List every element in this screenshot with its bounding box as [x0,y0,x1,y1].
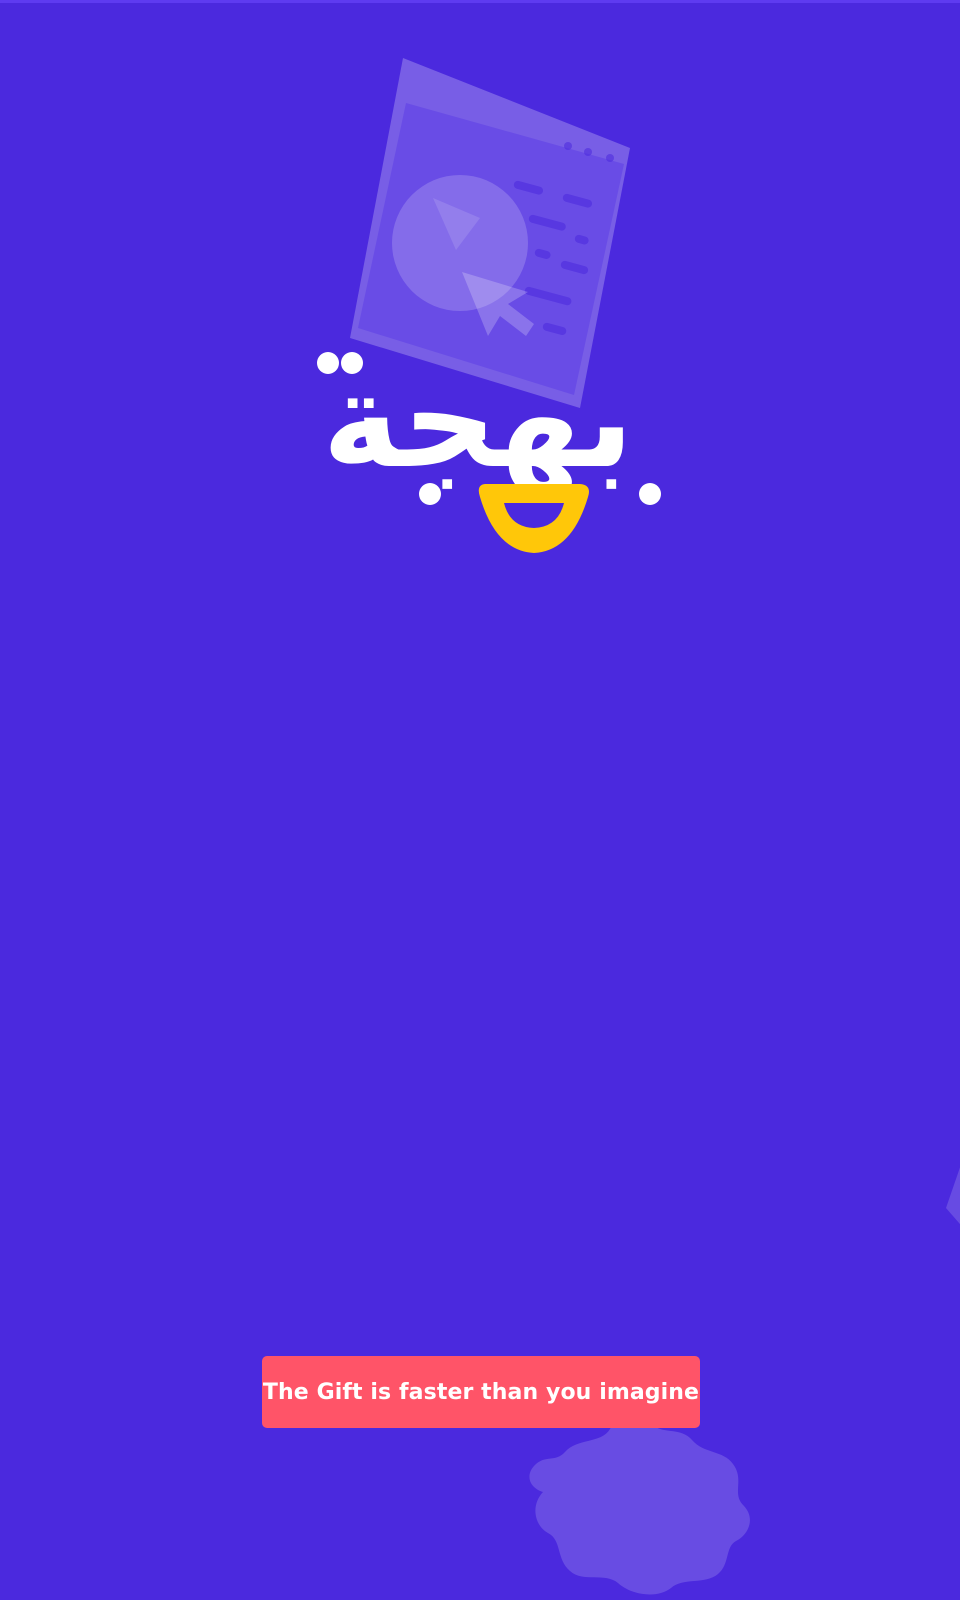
bahja-smile-logo: بهجة [317,350,661,553]
status-bar-strip [0,0,960,3]
tagline-button[interactable]: The Gift is faster than you imagine [262,1356,700,1428]
tagline-text: The Gift is faster than you imagine [262,1379,700,1405]
brand-name-text: بهجة [322,350,634,499]
bahja-logo: بهجة [278,350,678,565]
diamond-icon [946,1167,960,1225]
